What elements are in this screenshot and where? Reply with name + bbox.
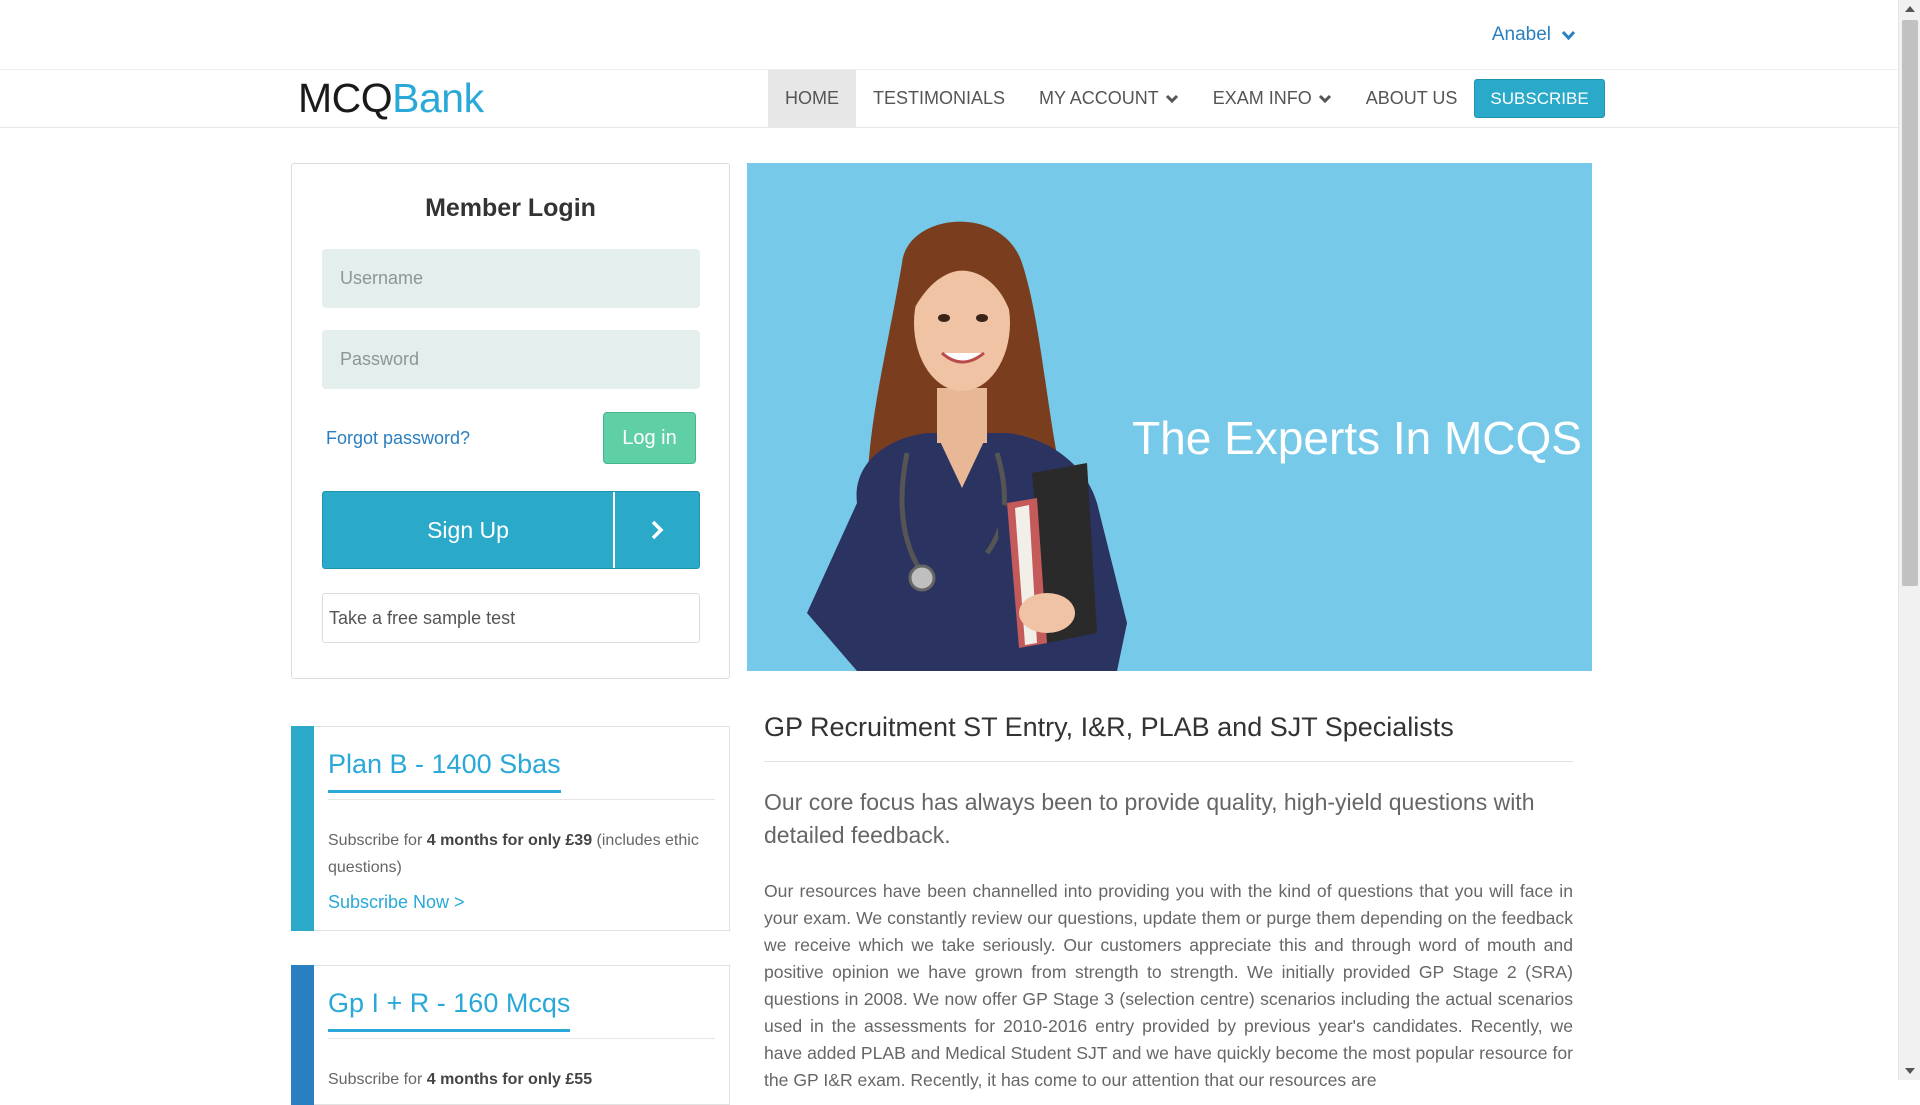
scroll-up-arrow-icon[interactable] [1899, 0, 1920, 18]
plan-description: Subscribe for 4 months for only £39 (inc… [328, 827, 709, 881]
login-button[interactable]: Log in [603, 412, 696, 464]
plan-accent-bar [291, 965, 314, 1105]
subscribe-now-link[interactable]: Subscribe Now > [328, 892, 465, 913]
user-bar: Anabel [0, 0, 1898, 70]
plan-title[interactable]: Gp I + R - 160 Mcqs [328, 988, 571, 1032]
nav-about-us[interactable]: ABOUT US [1349, 70, 1475, 127]
chevron-down-icon [1561, 30, 1576, 40]
lead-text: Our core focus has always been to provid… [764, 789, 1535, 848]
chevron-right-icon [615, 492, 699, 568]
plan-divider [328, 799, 715, 800]
hero-banner: The Experts In MCQS [747, 163, 1592, 671]
plan-desc-prefix: Subscribe for [328, 832, 427, 849]
subscribe-button[interactable]: SUBSCRIBE [1474, 79, 1605, 118]
brand-logo-part2: Bank [392, 75, 484, 121]
sign-up-button[interactable]: Sign Up [322, 491, 700, 569]
login-title: Member Login [425, 194, 596, 222]
nav-my-account[interactable]: MY ACCOUNT [1022, 70, 1196, 127]
brand-logo-part1: MCQ [298, 75, 393, 121]
scrollbar-thumb[interactable] [1902, 20, 1918, 586]
nav-home[interactable]: HOME [768, 70, 856, 127]
user-name: Anabel [1491, 24, 1551, 45]
main-content: GP Recruitment ST Entry, I&R, PLAB and S… [764, 712, 1573, 1094]
body-text: Our resources have been channelled into … [764, 881, 1573, 1090]
nav-exam-info-label: EXAM INFO [1212, 88, 1312, 108]
password-input[interactable] [322, 330, 700, 389]
plan-accent-bar [291, 726, 314, 931]
plan-card: Plan B - 1400 Sbas Subscribe for 4 month… [291, 726, 730, 931]
brand-logo[interactable]: MCQBank [298, 76, 484, 120]
plan-divider [328, 1038, 715, 1039]
nav-exam-info[interactable]: EXAM INFO [1196, 70, 1349, 127]
forgot-password-link[interactable]: Forgot password? [326, 428, 470, 449]
page-heading: GP Recruitment ST Entry, I&R, PLAB and S… [764, 712, 1573, 762]
username-input[interactable] [322, 249, 700, 308]
chevron-down-icon [1165, 94, 1178, 103]
scroll-down-arrow-icon[interactable] [1899, 1062, 1920, 1080]
nav-my-account-label: MY ACCOUNT [1039, 88, 1159, 108]
nav-testimonials[interactable]: TESTIMONIALS [856, 70, 1022, 127]
plan-card: Gp I + R - 160 Mcqs Subscribe for 4 mont… [291, 965, 730, 1105]
vertical-scrollbar[interactable] [1898, 0, 1920, 1080]
sign-up-label: Sign Up [323, 492, 615, 568]
plan-desc-price: 4 months for only £39 [426, 832, 593, 849]
nurse-image [807, 221, 1127, 671]
free-sample-test-link[interactable]: Take a free sample test [322, 593, 700, 643]
plan-title[interactable]: Plan B - 1400 Sbas [328, 749, 561, 793]
main-nav: HOME TESTIMONIALS MY ACCOUNT EXAM INFO A… [768, 70, 1605, 127]
member-login-panel: Member Login Forgot password? Log in Sig… [291, 163, 730, 679]
hero-title: The Experts In MCQS [1132, 412, 1582, 464]
chevron-down-icon [1318, 94, 1331, 103]
user-menu[interactable]: Anabel [1492, 24, 1576, 46]
